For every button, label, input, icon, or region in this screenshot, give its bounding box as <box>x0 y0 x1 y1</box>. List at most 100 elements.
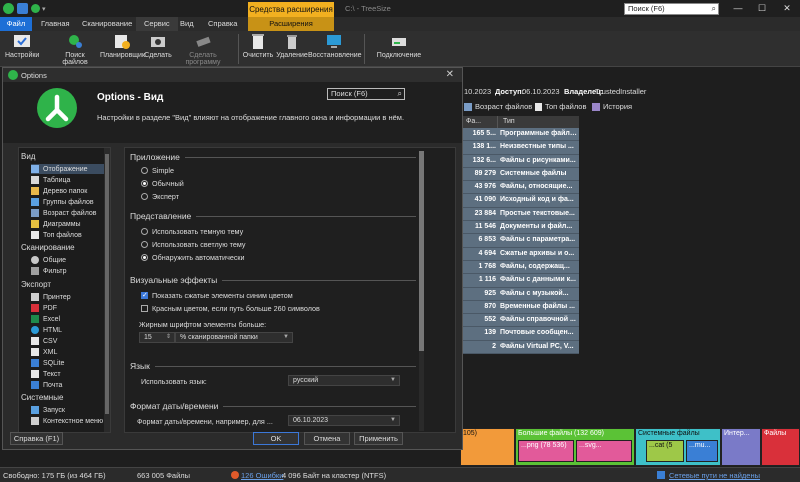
close-button[interactable]: ✕ <box>777 2 797 15</box>
option-auto-theme[interactable]: Обнаружить автоматически <box>141 253 245 262</box>
settings-scrollbar-thumb[interactable] <box>419 151 424 351</box>
nav-item-table[interactable]: Таблица <box>31 175 70 185</box>
table-row[interactable]: 4 694 Сжатые архивы и о... <box>463 247 579 261</box>
table-row[interactable]: 139 Почтовые сообщен... <box>463 327 579 341</box>
option-light-theme[interactable]: Использовать светлую тему <box>141 240 245 249</box>
nav-item-printer[interactable]: Принтер <box>31 292 71 302</box>
tab-file[interactable]: Файл <box>0 17 32 31</box>
radio-light-theme[interactable] <box>141 241 148 248</box>
settings-scrollbar[interactable] <box>419 151 424 431</box>
maximize-button[interactable]: ☐ <box>752 2 772 15</box>
tab-extensions[interactable]: Расширения <box>248 17 334 31</box>
table-row[interactable]: 925 Файлы с музыкой... <box>463 287 579 301</box>
dialog-search-input[interactable]: Поиск (F6) ⌕ <box>327 88 405 100</box>
table-row[interactable]: 870 Временные файлы ... <box>463 300 579 315</box>
refresh-icon[interactable] <box>31 4 40 13</box>
option-normal[interactable]: Обычный <box>141 179 184 188</box>
radio-normal[interactable] <box>141 180 148 187</box>
nav-item-startup[interactable]: Запуск <box>31 405 65 415</box>
table-row[interactable]: 43 976 Файлы, относящие... <box>463 181 579 195</box>
radio-dark-theme[interactable] <box>141 228 148 235</box>
bold-threshold-stepper[interactable]: 15 ⇕ <box>139 332 175 343</box>
help-button[interactable]: Справка (F1) <box>10 432 63 445</box>
nav-item-file-groups[interactable]: Группы файлов <box>31 197 94 207</box>
nav-item-excel[interactable]: Excel <box>31 314 60 324</box>
bold-unit-select[interactable]: % сканированной папки ▼ <box>175 332 293 343</box>
radio-simple[interactable] <box>141 167 148 174</box>
nav-scrollbar-thumb[interactable] <box>105 154 109 414</box>
option-dark-theme[interactable]: Использовать темную тему <box>141 227 243 236</box>
table-row[interactable]: 2 Файлы Virtual PC, V... <box>463 340 579 355</box>
top-files-tab[interactable]: Топ файлов <box>535 102 586 112</box>
nav-item-csv[interactable]: CSV <box>31 336 57 346</box>
tab-scan[interactable]: Сканирование <box>74 17 140 31</box>
treemap-block-mui[interactable]: ...mu... <box>686 440 718 462</box>
file-age-tab[interactable]: Возраст файлов <box>464 102 532 112</box>
restore-button[interactable]: Восстановление <box>308 33 362 59</box>
status-errors-link[interactable]: 126 Ошибки <box>241 471 283 480</box>
status-network-link[interactable]: Сетевые пути не найдены <box>669 471 760 480</box>
date-format-select[interactable]: 06.10.2023 ▼ <box>288 415 400 426</box>
nav-scrollbar[interactable] <box>104 148 110 432</box>
nav-item-context-menu[interactable]: Контекстное меню <box>31 416 103 426</box>
nav-item-top-files[interactable]: Топ файлов <box>31 230 82 240</box>
cancel-button[interactable]: Отмена <box>304 432 350 445</box>
file-search-button[interactable]: Поиск файлов <box>52 33 98 66</box>
table-row[interactable]: 89 279 Системные файлы <box>463 167 579 182</box>
table-row[interactable]: 165 5... Программные файлы... <box>463 128 579 142</box>
nav-item-sqlite[interactable]: SQLite <box>31 358 64 368</box>
apply-button[interactable]: Применить <box>354 432 403 445</box>
treemap-block-internet[interactable]: Интер... <box>721 428 761 466</box>
treemap-block-files[interactable]: Файлы <box>761 428 800 466</box>
nav-item-mail[interactable]: Почта <box>31 380 62 390</box>
treemap-block[interactable]: 105) <box>460 428 515 466</box>
radio-expert[interactable] <box>141 193 148 200</box>
option-expert[interactable]: Эксперт <box>141 192 179 201</box>
checkbox-compressed-blue[interactable] <box>141 291 148 299</box>
dialog-close-button[interactable]: ✕ <box>446 69 454 80</box>
option-simple[interactable]: Simple <box>141 166 174 175</box>
table-row[interactable]: 138 1... Неизвестные типы ... <box>463 141 579 155</box>
nav-item-folder-tree[interactable]: Дерево папок <box>31 186 87 196</box>
stepper-arrows-icon[interactable]: ⇕ <box>166 333 171 342</box>
delete-button[interactable]: Удаление <box>276 33 308 59</box>
nav-item-filter[interactable]: Фильтр <box>31 266 67 276</box>
tab-home[interactable]: Главная <box>33 17 78 31</box>
settings-button[interactable]: Настройки <box>5 33 39 59</box>
table-row[interactable]: 1 768 Файлы, содержащ... <box>463 260 579 275</box>
column-header-type[interactable]: Тип <box>498 116 515 128</box>
nav-item-html[interactable]: HTML <box>31 325 62 335</box>
treemap-block-png[interactable]: ...png (78 536) <box>518 440 574 462</box>
radio-auto-theme[interactable] <box>141 254 148 261</box>
table-row[interactable]: 1 116 Файлы с данными к... <box>463 274 579 288</box>
table-row[interactable]: 41 090 Исходный код и фа... <box>463 194 579 208</box>
table-row[interactable]: 6 853 Файлы с параметра... <box>463 234 579 248</box>
language-select[interactable]: русский ▼ <box>288 375 400 386</box>
history-tab[interactable]: История <box>592 102 632 112</box>
minimize-button[interactable]: — <box>728 2 748 15</box>
save-icon[interactable] <box>17 3 28 14</box>
cleanup-button[interactable]: Очистить <box>242 33 274 59</box>
checkbox-long-path-red[interactable] <box>141 305 148 312</box>
tab-help[interactable]: Справка <box>200 17 245 31</box>
table-row[interactable]: 552 Файлы справочной ... <box>463 314 579 328</box>
connect-button[interactable]: Подключение <box>374 33 424 59</box>
make-program-button[interactable]: Сделать программу <box>172 33 234 66</box>
nav-item-charts[interactable]: Диаграммы <box>31 219 81 229</box>
nav-item-display[interactable]: Отображение <box>31 164 110 174</box>
qa-dropdown-icon[interactable]: ▾ <box>42 5 50 13</box>
table-row[interactable]: 132 6... Файлы с рисунками... <box>463 154 579 168</box>
nav-item-pdf[interactable]: PDF <box>31 303 57 313</box>
scheduler-button[interactable]: Планировщик <box>100 33 145 59</box>
search-input[interactable]: Поиск (F6) ⌕ <box>624 3 719 15</box>
tab-view[interactable]: Вид <box>172 17 202 31</box>
option-long-path-red[interactable]: Красным цветом, если путь больше 260 сим… <box>141 304 320 313</box>
column-header-files[interactable]: Фа... <box>463 116 498 128</box>
option-compressed-blue[interactable]: Показать сжатые элементы синим цветом <box>141 291 293 300</box>
nav-item-xml[interactable]: XML <box>31 347 57 357</box>
table-row[interactable]: 11 546 Документы и файл... <box>463 221 579 235</box>
ok-button[interactable]: OK <box>253 432 299 445</box>
nav-item-general[interactable]: Общие <box>31 255 66 265</box>
nav-item-text[interactable]: Текст <box>31 369 61 379</box>
treemap-block-cat[interactable]: ...cat (5 <box>646 440 684 462</box>
